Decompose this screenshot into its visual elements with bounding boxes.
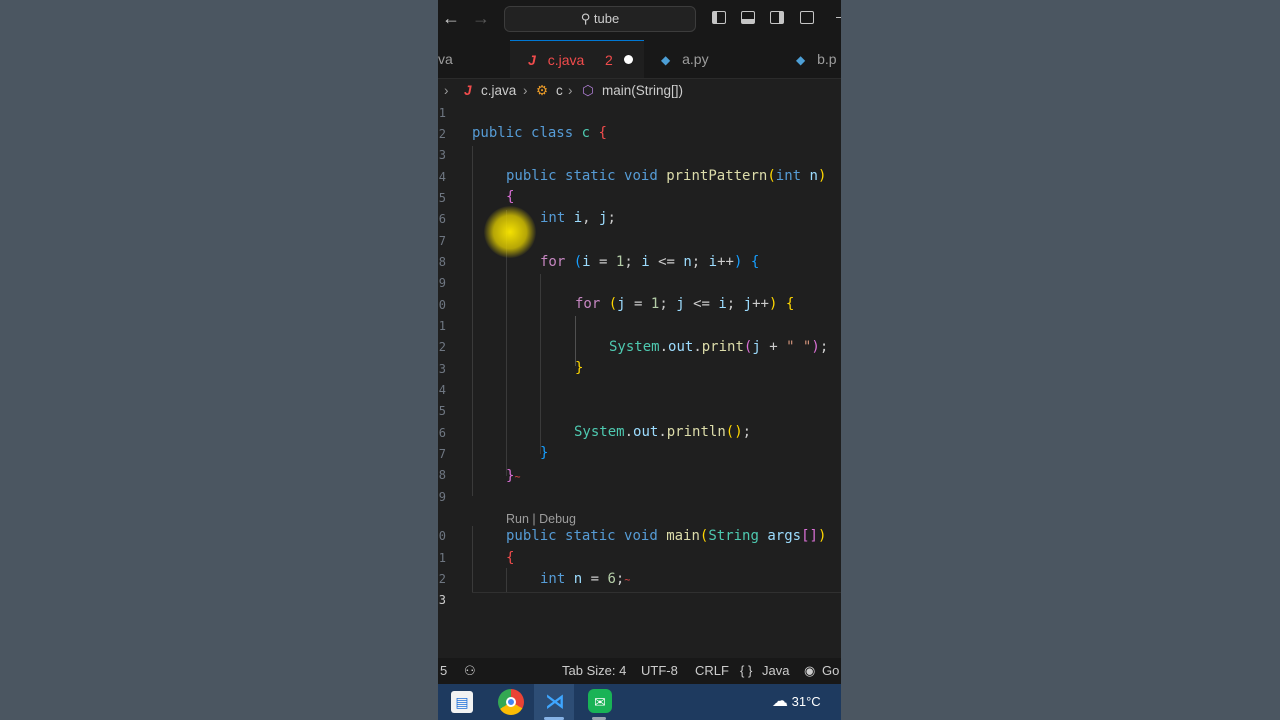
indent-guide xyxy=(506,568,507,592)
line-number: 9 xyxy=(438,490,446,504)
code-line: { xyxy=(506,189,515,205)
status-go-live[interactable]: Go xyxy=(822,658,839,684)
vscode-window: ← → ⚲ tube – va J c.java 2 ◆ a.py ◆ b.p xyxy=(438,0,841,720)
status-eol[interactable]: CRLF xyxy=(695,658,729,684)
code-line: for (i = 1; i <= n; i++) { xyxy=(540,254,760,270)
toggle-primary-sidebar-icon[interactable] xyxy=(712,11,726,24)
code-line: int n = 6;~ xyxy=(540,571,631,587)
indent-guide xyxy=(540,274,541,454)
line-number: 4 xyxy=(438,383,446,397)
ports-icon[interactable]: ⚇ xyxy=(464,658,476,684)
toggle-secondary-sidebar-icon[interactable] xyxy=(770,11,784,24)
code-line: { xyxy=(506,550,515,566)
line-number: 8 xyxy=(438,468,446,482)
weather-temperature: 31°C xyxy=(791,694,821,709)
code-line: } xyxy=(540,445,549,461)
indent-guide xyxy=(472,146,473,496)
line-number: 1 xyxy=(438,106,446,120)
search-text: tube xyxy=(593,11,620,26)
breadcrumb-file[interactable]: c.java xyxy=(481,80,516,102)
method-icon: ⬡ xyxy=(582,83,594,98)
chrome-icon[interactable] xyxy=(498,689,524,715)
weather-widget[interactable]: ☁ 31°C xyxy=(772,684,821,720)
chevron-right-icon: › xyxy=(568,83,573,98)
code-line: int i, j; xyxy=(540,210,616,226)
line-number: 1 xyxy=(438,319,446,333)
python-file-icon: ◆ xyxy=(661,53,671,67)
breadcrumb-class[interactable]: c xyxy=(556,80,563,102)
mouse-cursor-highlight xyxy=(484,206,536,258)
title-bar: ← → ⚲ tube – xyxy=(438,0,841,40)
chevron-right-icon: › xyxy=(444,83,449,98)
code-line: } xyxy=(575,360,584,376)
language-braces-icon: { } xyxy=(740,663,753,678)
line-number: 0 xyxy=(438,529,446,543)
minimize-icon[interactable]: – xyxy=(836,8,841,24)
customize-layout-icon[interactable] xyxy=(800,11,814,24)
class-icon: ⚙ xyxy=(536,83,549,98)
line-number: 5 xyxy=(438,404,446,418)
line-number: 5 xyxy=(438,191,446,205)
chevron-right-icon: › xyxy=(523,83,528,98)
toggle-panel-icon[interactable] xyxy=(741,11,755,24)
line-number: 1 xyxy=(438,551,446,565)
current-line-highlight xyxy=(472,592,841,594)
file-explorer-icon[interactable]: ▤ xyxy=(451,691,473,713)
line-number: 4 xyxy=(438,170,446,184)
status-bar: 5 ⚇ Tab Size: 4 UTF-8 CRLF { } Java ◉ Go xyxy=(438,658,841,684)
cloud-sun-icon: ☁ xyxy=(772,693,788,710)
line-number: 3 xyxy=(438,362,446,376)
editor-tabs: va J c.java 2 ◆ a.py ◆ b.p xyxy=(438,40,841,79)
line-number: 2 xyxy=(438,340,446,354)
java-file-icon: J xyxy=(464,83,472,98)
code-line: System.out.println(); xyxy=(574,424,752,440)
line-number: 2 xyxy=(438,572,446,586)
indent-guide xyxy=(575,316,576,366)
line-number: 8 xyxy=(438,255,446,269)
line-number-current: 3 xyxy=(438,593,446,607)
code-line: }~ xyxy=(506,468,521,484)
code-editor[interactable]: 1 2 3 4 5 6 7 8 9 0 1 2 3 4 5 6 7 8 9 0 … xyxy=(438,102,841,658)
app-green-icon[interactable]: ✉ xyxy=(588,689,612,713)
line-number: 3 xyxy=(438,148,446,162)
problems-badge: 2 xyxy=(605,52,613,68)
breadcrumb: › J c.java › ⚙ c › ⬡ main(String[]) xyxy=(438,80,841,102)
breadcrumb-method[interactable]: main(String[]) xyxy=(602,80,683,102)
unsaved-dot-icon[interactable] xyxy=(624,55,633,64)
search-icon: ⚲ xyxy=(580,11,591,26)
broadcast-icon: ◉ xyxy=(804,663,816,678)
code-line: System.out.print(j + " "); xyxy=(609,339,829,355)
python-file-icon: ◆ xyxy=(796,53,806,67)
codelens-run-debug[interactable]: Run | Debug xyxy=(506,512,576,526)
line-number: 0 xyxy=(438,298,446,312)
tab-a-py[interactable]: ◆ a.py xyxy=(645,40,779,78)
line-number: 7 xyxy=(438,447,446,461)
back-arrow-icon[interactable]: ← xyxy=(442,8,460,29)
code-line: public class c { xyxy=(472,125,607,141)
code-line: public static void main(String args[]) xyxy=(506,528,827,544)
status-encoding[interactable]: UTF-8 xyxy=(641,658,678,684)
tab-b-py[interactable]: ◆ b.p xyxy=(780,40,841,78)
code-line: for (j = 1; j <= i; j++) { xyxy=(575,296,795,312)
line-number: 9 xyxy=(438,276,446,290)
code-line: public static void printPattern(int n) xyxy=(506,168,827,184)
vscode-icon[interactable]: ⋊ xyxy=(542,689,568,715)
line-number: 7 xyxy=(438,234,446,248)
line-number: 2 xyxy=(438,127,446,141)
java-file-icon: J xyxy=(528,52,536,68)
command-center-search[interactable]: ⚲ tube xyxy=(504,6,696,32)
tab-c-java[interactable]: J c.java 2 xyxy=(510,40,644,78)
windows-taskbar: ▤ ⋊ ✉ ☁ 31°C xyxy=(438,684,841,720)
line-number: 6 xyxy=(438,212,446,226)
status-tab-size[interactable]: Tab Size: 4 xyxy=(562,658,626,684)
tab-partial-java[interactable]: va xyxy=(438,40,510,78)
line-number: 6 xyxy=(438,426,446,440)
status-language[interactable]: Java xyxy=(762,658,789,684)
status-problems-count[interactable]: 5 xyxy=(440,658,447,684)
forward-arrow-icon[interactable]: → xyxy=(472,8,490,29)
indent-guide xyxy=(472,526,473,592)
